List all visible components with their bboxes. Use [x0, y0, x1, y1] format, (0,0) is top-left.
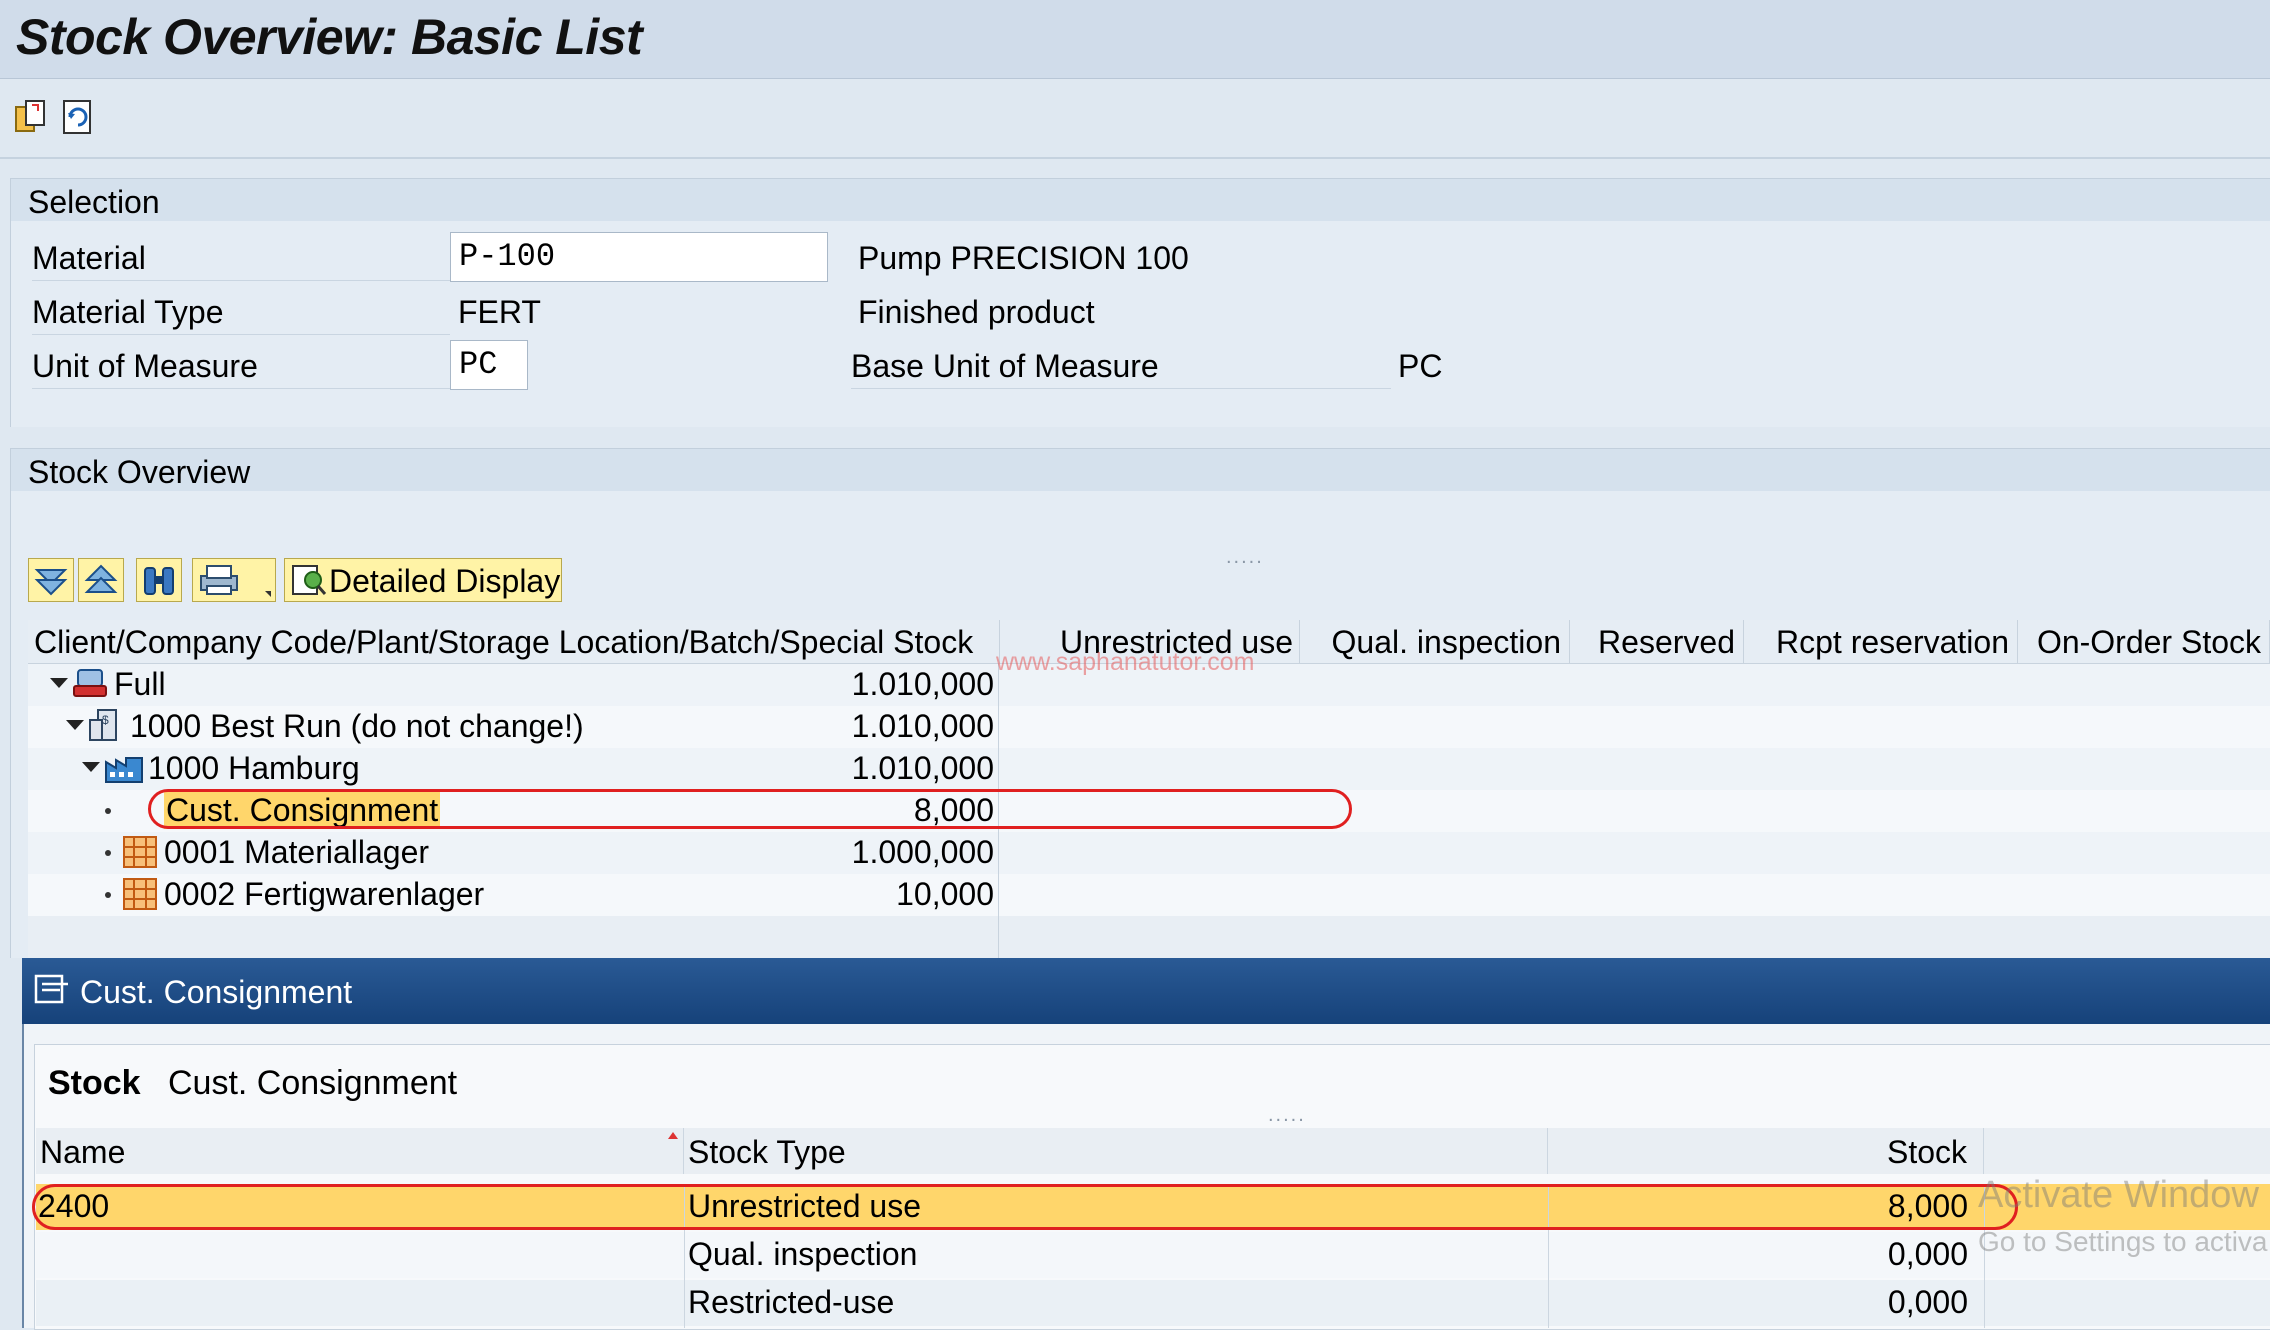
divider [32, 334, 450, 335]
tree-label: 1000 Best Run (do not change!) [130, 708, 584, 744]
column-header-name[interactable]: Name [36, 1128, 684, 1174]
unrestricted-value: 1.000,000 [851, 834, 994, 870]
collapse-triangle-icon[interactable] [50, 678, 68, 688]
storage-location-icon [123, 836, 157, 868]
annotation-oval [148, 789, 1352, 829]
activation-watermark-line2: Go to Settings to activa [1978, 1226, 2268, 1257]
leaf-bullet-icon [105, 808, 111, 814]
leaf-bullet-icon [105, 850, 111, 856]
printer-icon [200, 565, 238, 595]
tree-label: 0002 Fertigwarenlager [164, 876, 485, 912]
popup-title-bar[interactable] [22, 958, 2270, 1024]
detailed-display-label: Detailed Display [329, 563, 561, 599]
table-row[interactable]: Restricted-use 0,000 [36, 1280, 2270, 1326]
tree-row[interactable]: 0002 Fertigwarenlager 10,000 [28, 874, 2270, 916]
binoculars-icon [144, 567, 174, 595]
copy-icon[interactable] [12, 97, 52, 137]
tree-row[interactable]: $ 1000 Best Run (do not change!) 1.010,0… [28, 706, 2270, 748]
unrestricted-value: 1.010,000 [851, 708, 994, 744]
collapse-triangle-icon[interactable] [82, 762, 100, 772]
application-toolbar [0, 79, 2270, 159]
stock-overview-header-label: Stock Overview [28, 454, 251, 490]
popup-title: Cust. Consignment [80, 974, 353, 1010]
annotation-oval [32, 1184, 2018, 1230]
tree-row[interactable]: 0001 Materiallager 1.000,000 [28, 832, 2270, 874]
window-icon [34, 974, 68, 1004]
svg-text:$: $ [102, 713, 109, 727]
sort-indicator-icon [668, 1132, 678, 1139]
unrestricted-value: 1.010,000 [851, 750, 994, 786]
activation-watermark-line1: Activate Window [1978, 1174, 2259, 1216]
plant-icon [105, 757, 143, 783]
expand-button[interactable] [28, 558, 74, 602]
page-title: Stock Overview: Basic List [16, 9, 643, 65]
base-uom-label: Base Unit of Measure [851, 348, 1159, 384]
material-label: Material [32, 240, 146, 276]
leaf-bullet-icon [105, 892, 111, 898]
material-input[interactable]: P-100 [450, 232, 828, 282]
divider [32, 280, 450, 281]
table-row[interactable]: Qual. inspection 0,000 [36, 1232, 2270, 1278]
stock-type-cell: Restricted-use [688, 1284, 895, 1320]
divider [851, 388, 1391, 389]
tree-label: Full [114, 666, 166, 702]
tree-label: 1000 Hamburg [148, 750, 360, 786]
uom-label: Unit of Measure [32, 348, 258, 384]
selection-header: Selection [10, 178, 2270, 222]
storage-location-icon [123, 878, 157, 910]
expand-icon [34, 569, 68, 596]
column-header-stock-type[interactable]: Stock Type [684, 1128, 1548, 1174]
tree-label: 0001 Materiallager [164, 834, 430, 870]
refresh-icon[interactable] [58, 97, 98, 137]
unrestricted-value: 10,000 [896, 876, 994, 912]
tree-empty-area [28, 916, 2270, 960]
material-type-value: FERT [458, 294, 541, 330]
stock-overview-header: Stock Overview [10, 448, 2270, 492]
tree-row[interactable]: 1000 Hamburg 1.010,000 [28, 748, 2270, 790]
material-type-description: Finished product [858, 294, 1095, 330]
print-button[interactable] [192, 558, 276, 602]
company-code-icon: $ [89, 709, 117, 741]
column-header-qual-inspection[interactable]: Qual. inspection [1300, 620, 1570, 664]
stock-label: Stock [48, 1064, 141, 1102]
splitter-handle[interactable]: ..... [1268, 1104, 1306, 1127]
uom-input[interactable]: PC [450, 340, 528, 390]
collapse-icon [84, 564, 118, 593]
chevron-down-icon [265, 591, 271, 597]
collapse-button[interactable] [78, 558, 124, 602]
material-type-label: Material Type [32, 294, 224, 330]
column-header-stock[interactable]: Stock [1548, 1128, 1984, 1174]
unrestricted-value: 1.010,000 [851, 666, 994, 702]
column-header-reserved[interactable]: Reserved [1570, 620, 1744, 664]
base-uom-value: PC [1398, 348, 1443, 384]
watermark-text: www.saphanatutor.com [996, 648, 1255, 676]
stock-cell: 0,000 [1887, 1236, 1968, 1272]
column-header-empty [1984, 1128, 2270, 1174]
collapse-triangle-icon[interactable] [66, 720, 84, 730]
stock-cell: 0,000 [1887, 1284, 1968, 1320]
column-header-rcpt-reservation[interactable]: Rcpt reservation [1744, 620, 2018, 664]
detailed-display-button[interactable]: Detailed Display [284, 558, 562, 602]
client-icon [73, 669, 107, 697]
detail-display-icon [292, 565, 327, 595]
stock-type-cell: Qual. inspection [688, 1236, 918, 1272]
find-button[interactable] [136, 558, 182, 602]
selection-header-label: Selection [28, 184, 160, 220]
divider [32, 388, 450, 389]
material-description: Pump PRECISION 100 [858, 240, 1189, 276]
column-header-hierarchy[interactable]: Client/Company Code/Plant/Storage Locati… [28, 620, 1000, 664]
stock-value: Cust. Consignment [168, 1064, 458, 1102]
column-header-on-order[interactable]: On-Order Stock [2018, 620, 2270, 664]
splitter-handle[interactable]: ..... [1226, 546, 1264, 569]
